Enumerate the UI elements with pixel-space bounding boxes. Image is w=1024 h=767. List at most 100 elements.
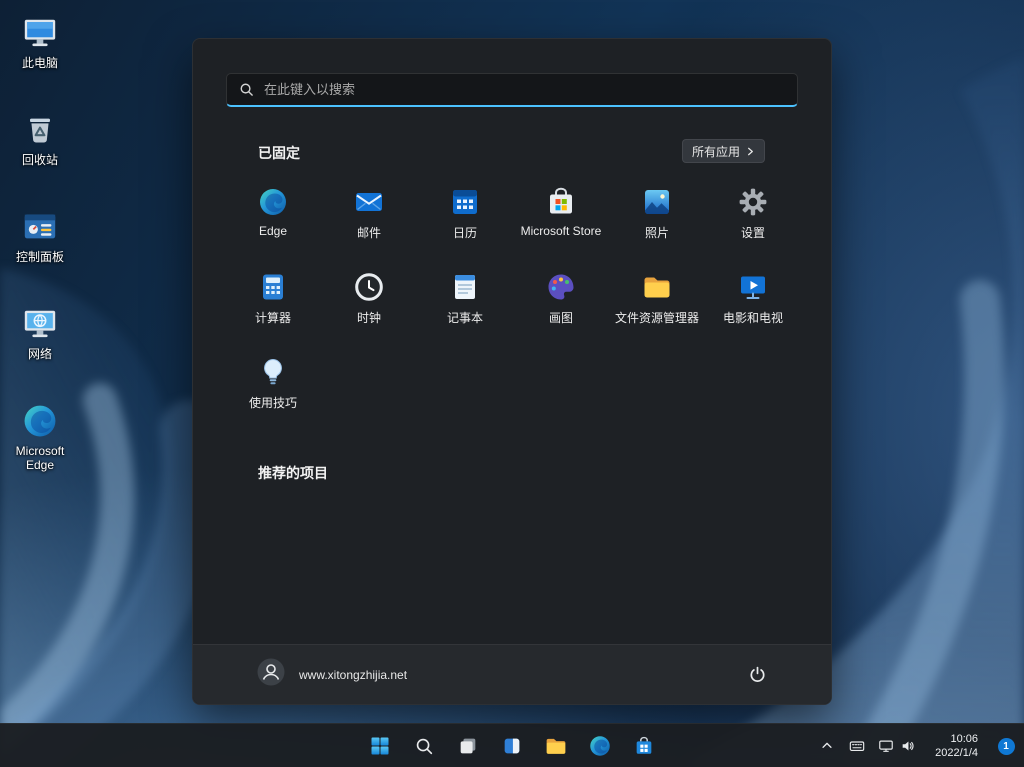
windows-logo-icon <box>368 734 392 758</box>
chevron-right-icon <box>746 147 755 156</box>
app-tile-settings[interactable]: 设置 <box>705 177 801 262</box>
taskbar: 10:06 2022/1/4 1 <box>0 723 1024 767</box>
ethernet-network-icon <box>878 738 894 754</box>
network-volume-button[interactable] <box>873 728 921 764</box>
start-search-box[interactable] <box>226 73 798 107</box>
app-tile-photos[interactable]: 照片 <box>609 177 705 262</box>
app-tile-label: 日历 <box>453 224 477 241</box>
keyboard-icon <box>849 738 865 754</box>
app-tile-label: 时钟 <box>357 309 381 326</box>
desktop-icon-label: Microsoft Edge <box>2 444 78 473</box>
app-tile-calculator[interactable]: 计算器 <box>225 262 321 347</box>
desktop-icon-label: 此电脑 <box>22 56 58 70</box>
ime-keyboard-button[interactable] <box>843 728 871 764</box>
movies-tv-icon <box>737 271 769 303</box>
desktop-icon-control-panel[interactable]: 控制面板 <box>2 208 78 305</box>
task-view-icon <box>457 735 479 757</box>
app-tile-tips[interactable]: 使用技巧 <box>225 347 321 432</box>
app-tile-label: Edge <box>259 224 287 238</box>
desktop-icon-network[interactable]: 网络 <box>2 305 78 402</box>
recommended-section-title: 推荐的项目 <box>258 463 328 483</box>
lightbulb-icon <box>257 356 289 388</box>
desktop-icon-label: 网络 <box>28 347 52 361</box>
app-tile-label: 画图 <box>549 309 573 326</box>
all-apps-button[interactable]: 所有应用 <box>682 139 765 163</box>
app-tile-microsoft-store[interactable]: Microsoft Store <box>513 177 609 262</box>
task-view-button[interactable] <box>448 726 488 766</box>
edge-icon <box>588 734 612 758</box>
taskbar-search-button[interactable] <box>404 726 444 766</box>
app-tile-movies-tv[interactable]: 电影和电视 <box>705 262 801 347</box>
app-tile-label: Microsoft Store <box>521 224 602 238</box>
edge-button[interactable] <box>580 726 620 766</box>
hidden-icons-button[interactable] <box>813 728 841 764</box>
power-button[interactable] <box>739 657 775 693</box>
recycle-bin-icon <box>21 111 59 149</box>
app-tile-label: 照片 <box>645 224 669 241</box>
taskbar-center-icons <box>360 726 664 766</box>
calendar-icon <box>449 186 481 218</box>
desktop: 此电脑 回收站 <box>0 0 1024 767</box>
start-menu-footer: www.xitongzhijia.net <box>193 644 831 704</box>
notification-count-badge: 1 <box>998 738 1015 755</box>
app-tile-notepad[interactable]: 记事本 <box>417 262 513 347</box>
widgets-button[interactable] <box>492 726 532 766</box>
folder-icon <box>544 734 568 758</box>
microsoft-store-button[interactable] <box>624 726 664 766</box>
control-panel-icon <box>21 208 59 246</box>
network-icon <box>21 305 59 343</box>
desktop-icon-microsoft-edge[interactable]: Microsoft Edge <box>2 402 78 499</box>
notepad-icon <box>449 271 481 303</box>
app-tile-mail[interactable]: 邮件 <box>321 177 417 262</box>
clock-button[interactable]: 10:06 2022/1/4 <box>923 728 990 764</box>
desktop-icon-label: 控制面板 <box>16 250 64 264</box>
app-tile-label: 设置 <box>741 224 765 241</box>
widgets-icon <box>501 735 523 757</box>
app-tile-label: 邮件 <box>357 224 381 241</box>
folder-icon <box>641 271 673 303</box>
app-tile-label: 计算器 <box>255 309 291 326</box>
pinned-section-title: 已固定 <box>258 143 300 163</box>
search-icon <box>239 82 254 97</box>
notification-center-button[interactable]: 1 <box>992 728 1020 764</box>
clock-date: 2022/1/4 <box>935 746 978 760</box>
start-menu: 已固定 所有应用 Edge <box>192 38 832 705</box>
file-explorer-button[interactable] <box>536 726 576 766</box>
app-tile-clock[interactable]: 时钟 <box>321 262 417 347</box>
system-tray: 10:06 2022/1/4 1 <box>813 724 1020 767</box>
mail-icon <box>353 186 385 218</box>
user-avatar-icon <box>257 658 285 691</box>
desktop-icon-list: 此电脑 回收站 <box>2 14 78 499</box>
volume-icon <box>900 738 916 754</box>
app-tile-label: 电影和电视 <box>723 309 783 326</box>
edge-icon <box>21 402 59 440</box>
clock-time: 10:06 <box>935 732 978 746</box>
calculator-icon <box>257 271 289 303</box>
desktop-icon-recycle-bin[interactable]: 回收站 <box>2 111 78 208</box>
app-tile-calendar[interactable]: 日历 <box>417 177 513 262</box>
start-button[interactable] <box>360 726 400 766</box>
app-tile-file-explorer[interactable]: 文件资源管理器 <box>609 262 705 347</box>
microsoft-store-icon <box>633 735 655 757</box>
start-search-input[interactable] <box>264 82 785 97</box>
user-profile-button[interactable]: www.xitongzhijia.net <box>257 658 407 691</box>
chevron-up-icon <box>820 739 834 753</box>
clock-icon <box>353 271 385 303</box>
app-tile-paint[interactable]: 画图 <box>513 262 609 347</box>
this-pc-icon <box>21 14 59 52</box>
pinned-app-grid: Edge 邮件 <box>225 177 801 432</box>
app-tile-label: 文件资源管理器 <box>615 309 699 326</box>
search-icon <box>413 735 435 757</box>
photos-icon <box>641 186 673 218</box>
paint-palette-icon <box>545 271 577 303</box>
all-apps-label: 所有应用 <box>692 143 740 160</box>
app-tile-label: 使用技巧 <box>249 394 297 411</box>
edge-icon <box>257 186 289 218</box>
power-icon <box>748 665 767 684</box>
microsoft-store-icon <box>545 186 577 218</box>
app-tile-label: 记事本 <box>447 309 483 326</box>
settings-gear-icon <box>737 186 769 218</box>
app-tile-edge[interactable]: Edge <box>225 177 321 262</box>
user-name: www.xitongzhijia.net <box>299 668 407 682</box>
desktop-icon-this-pc[interactable]: 此电脑 <box>2 14 78 111</box>
